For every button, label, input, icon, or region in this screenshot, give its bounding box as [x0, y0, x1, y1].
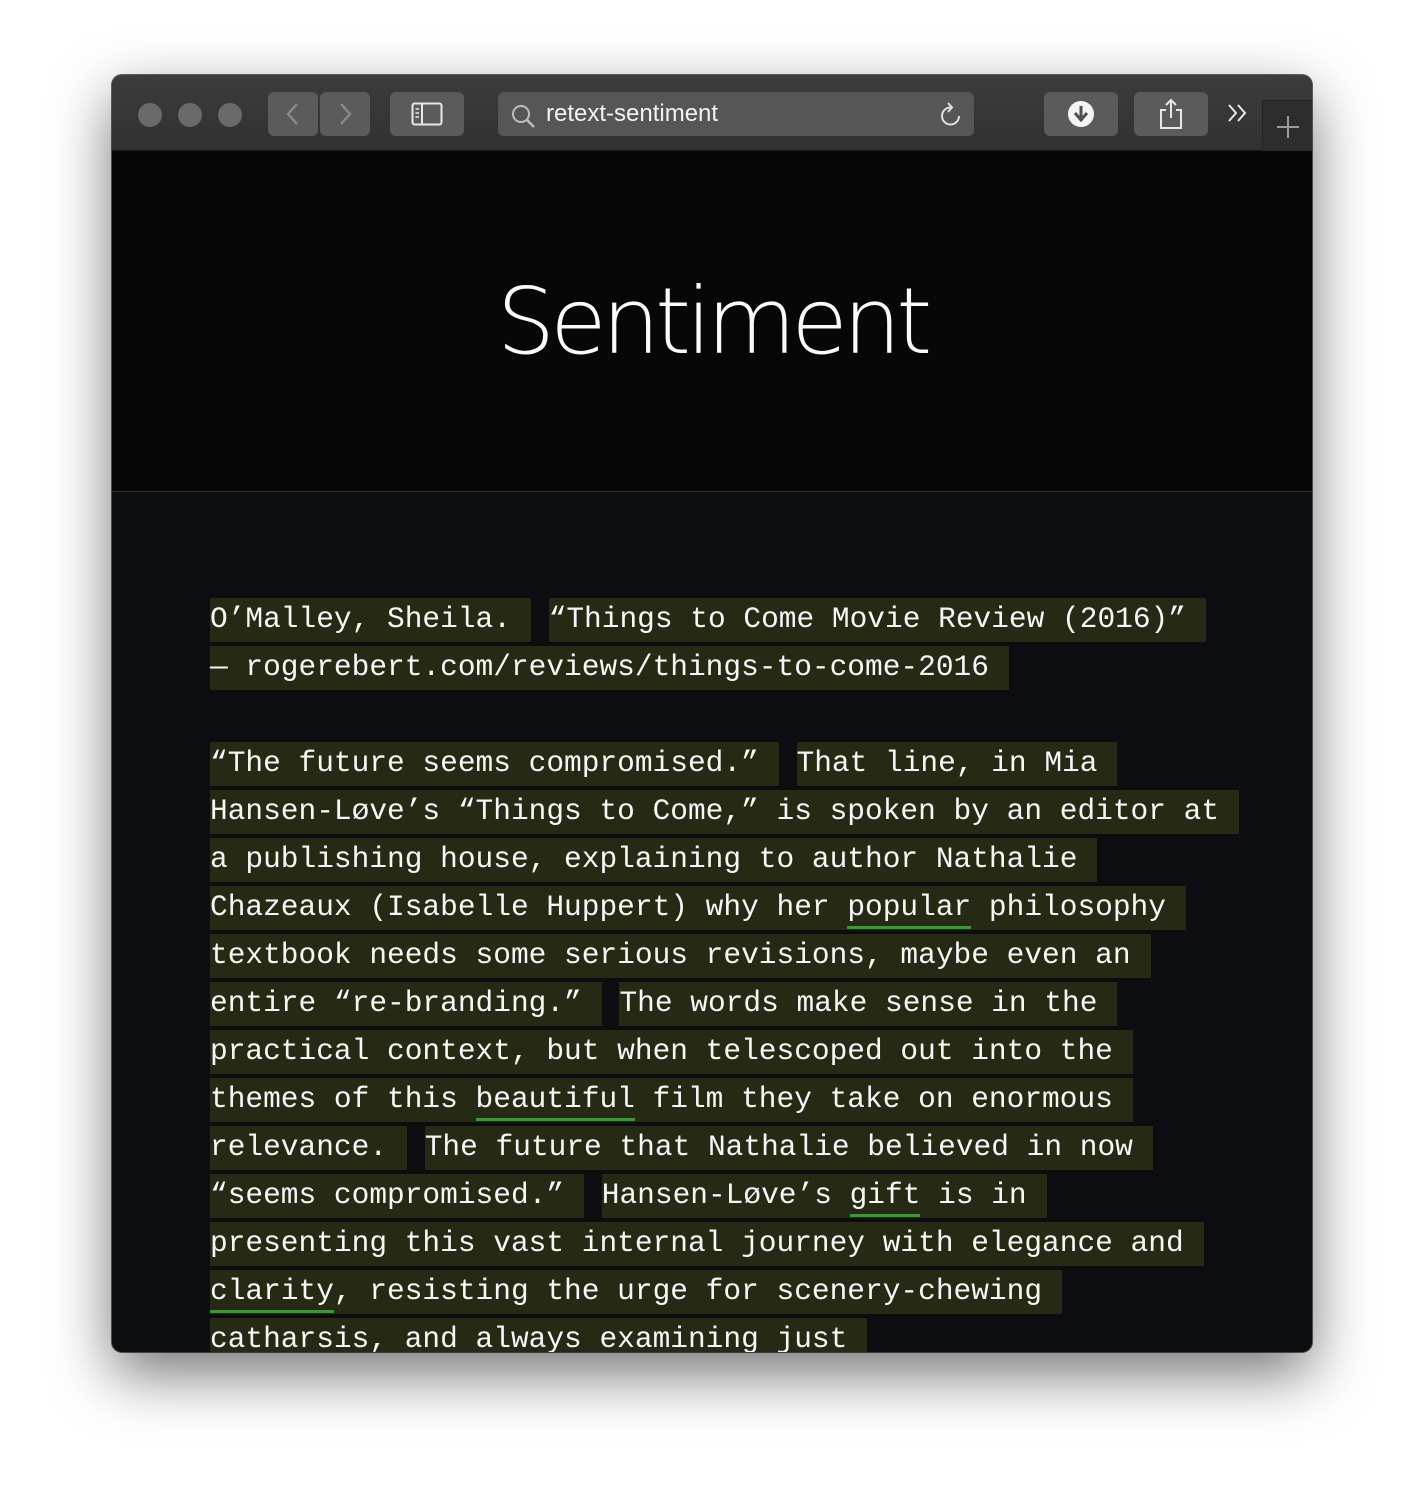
back-button[interactable]: [268, 92, 318, 136]
sentence-text: “The future seems compromised.”: [210, 746, 759, 780]
reload-icon[interactable]: [938, 101, 964, 129]
sidebar-button[interactable]: [390, 92, 464, 136]
positive-word: popular: [847, 890, 972, 929]
page-title: Sentiment: [496, 267, 933, 375]
close-window-button[interactable]: [138, 103, 162, 127]
chevron-right-icon: [340, 103, 352, 125]
address-text: retext-sentiment: [546, 100, 719, 127]
minimize-window-button[interactable]: [178, 103, 202, 127]
forward-button[interactable]: [320, 92, 370, 136]
chevron-double-right-icon[interactable]: [1224, 99, 1252, 127]
sentence: O’Malley, Sheila.: [210, 598, 531, 642]
citation-paragraph: O’Malley, Sheila. “Things to Come Movie …: [210, 595, 1220, 691]
new-tab-button[interactable]: [1262, 100, 1312, 152]
share-icon: [1160, 98, 1182, 129]
downloads-button[interactable]: [1044, 92, 1118, 136]
address-bar[interactable]: retext-sentiment: [498, 92, 974, 136]
sidebar-icon: [411, 102, 443, 126]
browser-window: retext-sentiment Sentiment O’Malley, She…: [112, 75, 1312, 1352]
search-icon: [512, 105, 535, 128]
sentiment-text: O’Malley, Sheila. “Things to Come Movie …: [210, 595, 1240, 1352]
sentence: “The future seems compromised.”: [210, 742, 779, 786]
positive-word: clarity: [210, 1274, 334, 1313]
download-icon: [1068, 101, 1094, 127]
browser-toolbar: retext-sentiment: [112, 75, 1312, 152]
positive-word: gift: [849, 1178, 921, 1217]
sentence-text: , resisting the urge for scenery-chewing…: [210, 1274, 1043, 1352]
sentence-text: Hansen-Løve’s: [601, 1178, 850, 1212]
chevron-left-icon: [286, 103, 298, 125]
zoom-window-button[interactable]: [218, 103, 242, 127]
positive-word: beautiful: [475, 1082, 635, 1121]
review-paragraph: “The future seems compromised.” That lin…: [210, 739, 1240, 1352]
plus-icon: [1276, 115, 1299, 138]
share-button[interactable]: [1134, 92, 1208, 136]
page-header: Sentiment: [112, 151, 1312, 492]
